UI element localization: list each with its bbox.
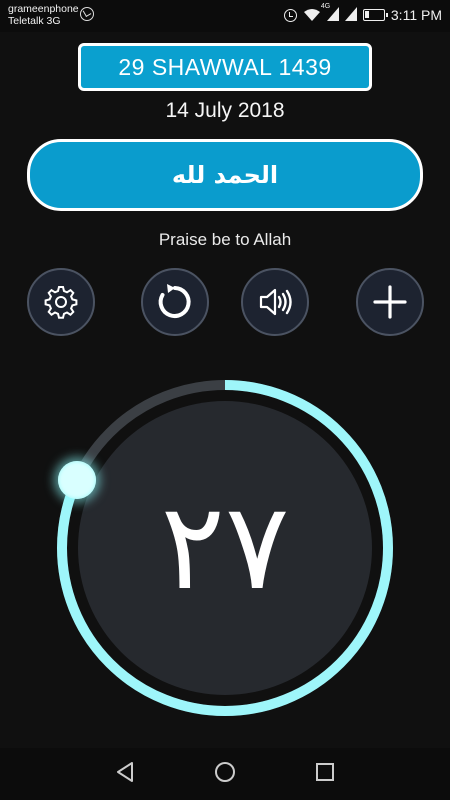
network-type-label: 4G (320, 3, 331, 10)
dhikr-translation: Praise be to Allah (158, 230, 292, 249)
status-bar: grameenphone Teletalk 3G 4G 3:11 PM (0, 0, 450, 32)
signal-icon: 4G (321, 3, 339, 23)
signal-icon (344, 7, 357, 23)
sound-button[interactable] (241, 268, 309, 336)
status-icons: 4G 3:11 PM (283, 3, 442, 25)
dhikr-selector-button[interactable]: الحمد لله (27, 139, 423, 211)
wifi-icon (303, 8, 321, 22)
dhikr-arabic-text: الحمد لله (171, 161, 279, 189)
gear-icon (42, 283, 80, 321)
plus-icon (372, 284, 408, 320)
reset-button[interactable] (141, 268, 209, 336)
settings-button[interactable] (27, 268, 95, 336)
carrier-labels: grameenphone Teletalk 3G (8, 3, 79, 27)
navigation-bar (0, 748, 450, 800)
recents-button[interactable] (311, 760, 339, 788)
alarm-icon (283, 8, 297, 22)
back-icon (115, 761, 135, 787)
tasbih-counter[interactable]: ٢٧ (52, 375, 398, 721)
hijri-date-badge: 29 SHAWWAL 1439 (78, 43, 372, 91)
back-button[interactable] (111, 760, 139, 788)
recents-icon (315, 762, 335, 786)
carrier-sync-icon (80, 7, 94, 21)
home-button[interactable] (211, 760, 239, 788)
gregorian-date: 14 July 2018 (165, 99, 285, 122)
count-value: ٢٧ (160, 478, 290, 617)
clock: 3:11 PM (390, 7, 442, 23)
carrier-secondary: Teletalk 3G (8, 15, 61, 27)
progress-knob (57, 461, 96, 500)
refresh-icon (155, 282, 195, 322)
battery-icon (362, 9, 388, 21)
home-icon (214, 761, 236, 787)
counter-face[interactable]: ٢٧ (78, 401, 372, 695)
add-button[interactable] (356, 268, 424, 336)
carrier-primary: grameenphone (8, 3, 79, 15)
speaker-icon (255, 282, 295, 322)
